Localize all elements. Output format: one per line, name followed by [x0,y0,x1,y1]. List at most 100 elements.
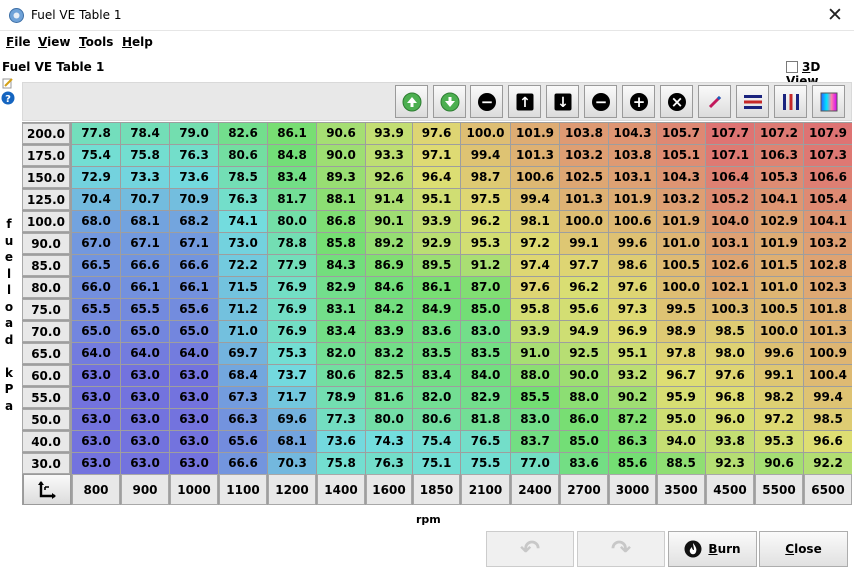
ve-cell[interactable]: 94.0 [657,431,705,452]
ve-cell[interactable]: 93.9 [413,211,460,232]
ve-cell[interactable]: 68.1 [121,211,169,232]
y-bin-cell[interactable]: 80.0 [22,277,70,298]
ve-cell[interactable]: 67.1 [170,233,218,254]
ve-cell[interactable]: 71.5 [219,277,267,298]
ve-cell[interactable]: 85.0 [560,431,608,452]
ve-cell[interactable]: 107.1 [706,145,754,166]
ve-cell[interactable]: 77.8 [72,123,120,144]
ve-cell[interactable]: 63.0 [121,365,169,386]
ve-cell[interactable]: 86.9 [366,255,412,276]
ve-cell[interactable]: 66.1 [170,277,218,298]
ve-cell[interactable]: 101.9 [755,233,803,254]
ve-cell[interactable]: 85.8 [317,233,365,254]
ve-cell[interactable]: 83.1 [317,299,365,320]
ve-cell[interactable]: 103.8 [609,145,656,166]
ve-cell[interactable]: 63.0 [72,387,120,408]
y-bin-cell[interactable]: 150.0 [22,167,70,188]
ve-cell[interactable]: 73.3 [121,167,169,188]
ve-cell[interactable]: 70.7 [121,189,169,210]
ve-cell[interactable]: 71.0 [219,321,267,342]
ve-cell[interactable]: 76.3 [170,145,218,166]
ve-cell[interactable]: 107.3 [804,145,852,166]
ve-cell[interactable]: 90.0 [560,365,608,386]
ve-cell[interactable]: 75.3 [268,343,316,364]
ve-cell[interactable]: 72.2 [219,255,267,276]
x-bin-cell[interactable]: 1000 [170,474,218,505]
ve-cell[interactable]: 92.2 [804,453,852,474]
ve-cell[interactable]: 80.0 [268,211,316,232]
ve-cell[interactable]: 99.6 [609,233,656,254]
ve-cell[interactable]: 77.0 [511,453,559,474]
ve-cell[interactable]: 68.0 [72,211,120,232]
ve-cell[interactable]: 75.5 [461,453,510,474]
ve-cell[interactable]: 99.1 [755,365,803,386]
ve-cell[interactable]: 85.5 [511,387,559,408]
ve-cell[interactable]: 65.5 [72,299,120,320]
y-bin-cell[interactable]: 75.0 [22,299,70,320]
ve-cell[interactable]: 89.2 [366,233,412,254]
ve-cell[interactable]: 71.2 [219,299,267,320]
ve-cell[interactable]: 91.0 [511,343,559,364]
x-bin-cell[interactable]: 900 [121,474,169,505]
ve-cell[interactable]: 107.9 [804,123,852,144]
menu-file[interactable]: File [6,35,31,49]
ve-cell[interactable]: 87.0 [461,277,510,298]
ve-cell[interactable]: 83.6 [413,321,460,342]
ve-cell[interactable]: 80.6 [413,409,460,430]
ve-cell[interactable]: 99.4 [461,145,510,166]
ve-cell[interactable]: 103.1 [609,167,656,188]
ve-cell[interactable]: 97.3 [609,299,656,320]
ve-cell[interactable]: 104.1 [755,189,803,210]
ve-cell[interactable]: 90.2 [609,387,656,408]
ve-cell[interactable]: 101.9 [609,189,656,210]
ve-cell[interactable]: 101.3 [511,145,559,166]
ve-cell[interactable]: 103.1 [706,233,754,254]
ve-cell[interactable]: 98.0 [706,343,754,364]
y-bin-cell[interactable]: 100.0 [22,211,70,232]
ve-cell[interactable]: 83.6 [560,453,608,474]
ve-cell[interactable]: 100.6 [609,211,656,232]
ve-cell[interactable]: 97.2 [755,409,803,430]
undo-button[interactable]: ↶ [486,531,574,567]
ve-cell[interactable]: 65.6 [170,299,218,320]
edit-note-icon[interactable] [1,77,15,89]
ve-cell[interactable]: 97.6 [511,277,559,298]
ve-cell[interactable]: 105.4 [804,189,852,210]
multiply-button[interactable]: × [660,85,693,118]
ve-cell[interactable]: 95.1 [609,343,656,364]
decrement-button[interactable]: − [470,85,503,118]
menu-help[interactable]: Help [122,35,153,49]
menu-tools[interactable]: Tools [79,35,113,49]
ve-cell[interactable]: 96.9 [609,321,656,342]
ve-cell[interactable]: 103.2 [804,233,852,254]
x-bin-cell[interactable]: 6500 [804,474,852,505]
ve-cell[interactable]: 101.5 [755,255,803,276]
ve-cell[interactable]: 96.4 [413,167,460,188]
ve-cell[interactable]: 83.4 [317,321,365,342]
ve-cell[interactable]: 98.2 [755,387,803,408]
ve-cell[interactable]: 83.0 [511,409,559,430]
ve-cell[interactable]: 86.8 [317,211,365,232]
ve-cell[interactable]: 101.3 [804,321,852,342]
ve-cell[interactable]: 83.5 [413,343,460,364]
x-bin-cell[interactable]: 1100 [219,474,267,505]
ve-cell[interactable]: 64.0 [170,343,218,364]
x-bin-cell[interactable]: 2100 [461,474,510,505]
x-bin-cell[interactable]: 3500 [657,474,705,505]
ve-cell[interactable]: 66.6 [170,255,218,276]
ve-cell[interactable]: 84.3 [317,255,365,276]
ve-cell[interactable]: 95.8 [511,299,559,320]
ve-cell[interactable]: 101.8 [804,299,852,320]
ve-cell[interactable]: 88.0 [511,365,559,386]
ve-cell[interactable]: 83.4 [413,365,460,386]
ve-cell[interactable]: 78.5 [219,167,267,188]
ve-cell[interactable]: 99.5 [657,299,705,320]
ve-cell[interactable]: 102.9 [755,211,803,232]
ve-cell[interactable]: 100.0 [461,123,510,144]
ve-cell[interactable]: 65.0 [121,321,169,342]
ve-cell[interactable]: 78.9 [317,387,365,408]
ve-cell[interactable]: 74.1 [219,211,267,232]
ve-cell[interactable]: 63.0 [72,453,120,474]
x-bin-cell[interactable]: 5500 [755,474,803,505]
ve-cell[interactable]: 104.3 [609,123,656,144]
